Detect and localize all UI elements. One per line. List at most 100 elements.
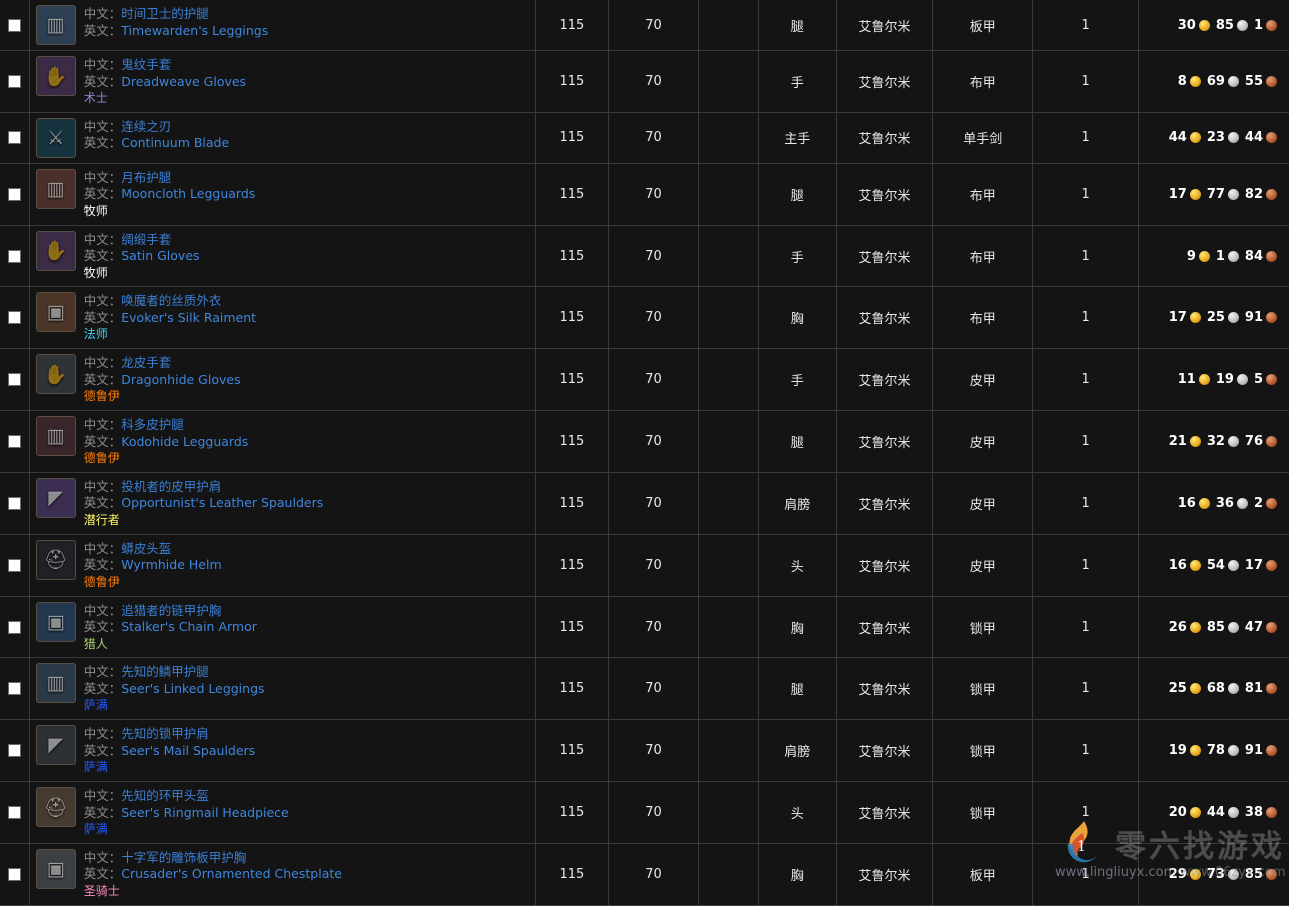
row-checkbox[interactable] xyxy=(7,744,21,758)
item-class-restriction: 牧师 xyxy=(83,265,108,280)
row-select-cell[interactable] xyxy=(0,0,30,51)
sword-icon[interactable]: ⚔ xyxy=(35,117,76,158)
row-select-cell[interactable] xyxy=(0,112,30,164)
item-name-cn[interactable]: 追猎者的链甲护胸 xyxy=(121,603,221,618)
gloves-icon[interactable]: ✋ xyxy=(35,354,76,395)
item-name-en[interactable]: Crusader's Ornamented Chestplate xyxy=(121,866,342,881)
row-select-cell[interactable] xyxy=(0,50,30,113)
row-checkbox[interactable] xyxy=(7,620,21,634)
spaulders-icon[interactable]: ◤ xyxy=(35,477,76,518)
item-name-en[interactable]: Mooncloth Legguards xyxy=(121,186,255,201)
item-name-cn[interactable]: 连续之刃 xyxy=(121,119,171,134)
item-name-cn[interactable]: 先知的鳞甲护腿 xyxy=(121,664,209,679)
item-table: ▥ 中文：时间卫士的护腿 英文：Timewarden's Leggings 115 70… xyxy=(0,0,1289,906)
item-name-en[interactable]: Timewarden's Leggings xyxy=(121,23,268,38)
gloves-icon[interactable]: ✋ xyxy=(35,56,76,96)
table-row[interactable]: ▥ 中文：先知的鳞甲护腿 英文：Seer's Linked Leggings 萨满 11… xyxy=(0,657,1289,721)
item-name-cn[interactable]: 龙皮手套 xyxy=(121,355,171,370)
row-checkbox[interactable] xyxy=(7,806,21,820)
chest-icon[interactable]: ▣ xyxy=(35,292,76,333)
row-select-cell[interactable] xyxy=(0,843,30,906)
table-row[interactable]: ✋ 中文：鬼纹手套 英文：Dreadweave Gloves 术士 115 70 手艾鲁尔米… xyxy=(0,50,1289,113)
row-select-cell[interactable] xyxy=(0,781,30,844)
table-row[interactable]: ✋ 中文：龙皮手套 英文：Dragonhide Gloves 德鲁伊 115 70 手艾鲁尔… xyxy=(0,348,1289,412)
row-select-cell[interactable] xyxy=(0,534,30,597)
table-row[interactable]: ▥ 中文：时间卫士的护腿 英文：Timewarden's Leggings 115 70… xyxy=(0,0,1289,51)
spaulders-icon[interactable]: ◤ xyxy=(35,725,76,766)
price-silver: 73 xyxy=(1206,866,1225,882)
item-name-en[interactable]: Dragonhide Gloves xyxy=(121,372,240,387)
row-checkbox[interactable] xyxy=(7,558,21,572)
row-select-cell[interactable] xyxy=(0,410,30,473)
table-row[interactable]: ▣ 中文：十字军的雕饰板甲护胸 英文：Crusader's Ornamented C… xyxy=(0,843,1289,906)
armor-type-cell: 布甲 xyxy=(932,50,1034,113)
row-select-cell[interactable] xyxy=(0,657,30,721)
leggings-icon[interactable]: ▥ xyxy=(35,168,76,209)
item-name-cn[interactable]: 先知的环甲头盔 xyxy=(121,788,209,803)
row-checkbox[interactable] xyxy=(7,682,21,696)
leggings-icon[interactable]: ▥ xyxy=(35,5,76,45)
table-row[interactable]: ⛑ 中文：蟒皮头盔 英文：Wyrmhide Helm 德鲁伊 115 70 头艾鲁尔米 皮甲 1… xyxy=(0,534,1289,597)
label-cn: 中文： xyxy=(83,602,122,618)
table-row[interactable]: ▣ 中文：追猎者的链甲护胸 英文：Stalker's Chain Armor 猎人 11… xyxy=(0,596,1289,659)
item-name-en[interactable]: Continuum Blade xyxy=(121,135,229,150)
row-select-cell[interactable] xyxy=(0,719,30,783)
item-name-cn[interactable]: 鬼纹手套 xyxy=(121,57,171,72)
chest-icon[interactable]: ▣ xyxy=(35,601,76,642)
item-name-en[interactable]: Seer's Linked Leggings xyxy=(121,681,264,696)
table-row[interactable]: ⚔ 中文：连续之刃 英文：Continuum Blade 115 70 主手 艾鲁尔米 单手剑… xyxy=(0,112,1289,164)
table-row[interactable]: ◤ 中文：先知的锁甲护肩 英文：Seer's Mail Spaulders 萨满 115… xyxy=(0,719,1289,783)
row-checkbox[interactable] xyxy=(7,867,21,881)
row-checkbox[interactable] xyxy=(7,74,21,88)
item-name-en[interactable]: Stalker's Chain Armor xyxy=(121,619,257,634)
row-select-cell[interactable] xyxy=(0,286,30,350)
row-checkbox[interactable] xyxy=(7,187,21,201)
helm-icon[interactable]: ⛑ xyxy=(35,539,76,580)
row-checkbox[interactable] xyxy=(7,249,21,263)
item-name-cn[interactable]: 时间卫士的护腿 xyxy=(121,6,209,21)
row-checkbox[interactable] xyxy=(7,435,21,449)
row-checkbox[interactable] xyxy=(7,311,21,325)
item-name-en[interactable]: Seer's Ringmail Headpiece xyxy=(121,805,289,820)
row-checkbox[interactable] xyxy=(7,373,21,387)
item-name-cn[interactable]: 投机者的皮甲护肩 xyxy=(121,479,221,494)
row-checkbox[interactable] xyxy=(7,496,21,510)
item-name-cn[interactable]: 月布护腿 xyxy=(121,170,171,185)
row-select-cell[interactable] xyxy=(0,472,30,535)
item-name-en-row: 英文：Seer's Ringmail Headpiece xyxy=(84,805,289,822)
row-checkbox[interactable] xyxy=(7,18,21,32)
item-name-cn[interactable]: 十字军的雕饰板甲护胸 xyxy=(121,850,246,865)
row-checkbox[interactable] xyxy=(7,131,21,145)
table-row[interactable]: ▥ 中文：月布护腿 英文：Mooncloth Legguards 牧师 115 70 腿艾鲁… xyxy=(0,163,1289,226)
gloves-icon[interactable]: ✋ xyxy=(35,230,76,271)
label-cn: 中文： xyxy=(83,57,122,72)
item-name-en[interactable]: Satin Gloves xyxy=(121,248,199,263)
item-name-cn[interactable]: 唤魔者的丝质外衣 xyxy=(121,293,221,308)
table-row[interactable]: ◤ 中文：投机者的皮甲护肩 英文：Opportunist's Leather Spa… xyxy=(0,472,1289,535)
item-name-cn[interactable]: 先知的锁甲护肩 xyxy=(121,726,209,741)
quantity-cell: 1 xyxy=(1032,719,1140,783)
price-gold: 17 xyxy=(1168,310,1187,326)
leggings-icon[interactable]: ▥ xyxy=(35,416,76,457)
row-select-cell[interactable] xyxy=(0,596,30,659)
row-select-cell[interactable] xyxy=(0,225,30,288)
item-name-en[interactable]: Evoker's Silk Raiment xyxy=(121,310,256,325)
table-row[interactable]: ⛑ 中文：先知的环甲头盔 英文：Seer's Ringmail Headpiece 萨… xyxy=(0,781,1289,844)
table-row[interactable]: ▥ 中文：科多皮护腿 英文：Kodohide Legguards 德鲁伊 115 70 腿艾… xyxy=(0,410,1289,473)
helm-icon[interactable]: ⛑ xyxy=(35,787,76,828)
leggings-icon[interactable]: ▥ xyxy=(35,663,76,704)
item-name-cn[interactable]: 绸缎手套 xyxy=(121,232,171,247)
item-name-en[interactable]: Wyrmhide Helm xyxy=(121,557,221,572)
item-name-en[interactable]: Opportunist's Leather Spaulders xyxy=(121,495,323,510)
source-cell: 艾鲁尔米 xyxy=(836,596,934,659)
table-row[interactable]: ✋ 中文：绸缎手套 英文：Satin Gloves 牧师 115 70 手艾鲁尔米 布甲 1 9 1… xyxy=(0,225,1289,288)
row-select-cell[interactable] xyxy=(0,348,30,412)
required-level-cell: 70 xyxy=(608,596,700,659)
item-name-en[interactable]: Kodohide Legguards xyxy=(121,434,248,449)
item-name-cn[interactable]: 科多皮护腿 xyxy=(121,417,184,432)
item-name-en[interactable]: Seer's Mail Spaulders xyxy=(121,743,255,758)
table-row[interactable]: ▣ 中文：唤魔者的丝质外衣 英文：Evoker's Silk Raiment 法师 11… xyxy=(0,286,1289,350)
row-select-cell[interactable] xyxy=(0,163,30,226)
item-name-en[interactable]: Dreadweave Gloves xyxy=(121,74,246,89)
item-name-cn[interactable]: 蟒皮头盔 xyxy=(121,541,171,556)
